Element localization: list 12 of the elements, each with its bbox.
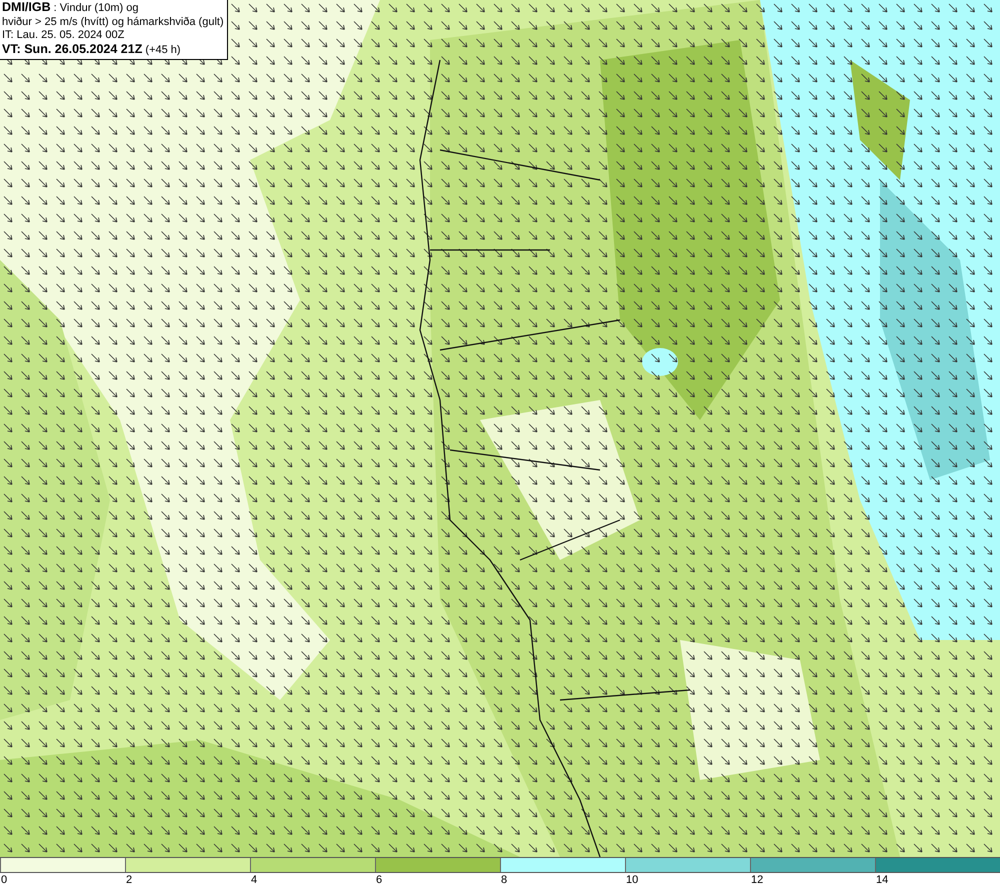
legend-text: IT: Lau. 25. 05. 2024 00Z bbox=[2, 29, 126, 42]
tick-label: 2 bbox=[125, 873, 132, 887]
tick-label: 8 bbox=[500, 873, 508, 887]
legend-text: VT: Sun. 26.05.2024 21Z (+45 h) bbox=[2, 42, 182, 57]
tick-label: 12 bbox=[750, 873, 764, 887]
tick-label: 10 bbox=[625, 873, 638, 887]
legend-text: DMI/IGB : Vindur (10m) og bbox=[2, 1, 140, 16]
legend-text: hviður > 25 m/s (hvítt) og hámarkshviða (gult) bbox=[2, 16, 224, 29]
tick-label: 14 bbox=[875, 873, 888, 887]
tick-label: 4 bbox=[250, 873, 258, 887]
tick-label: 0 bbox=[0, 873, 8, 887]
tick-label: 6 bbox=[375, 873, 382, 887]
